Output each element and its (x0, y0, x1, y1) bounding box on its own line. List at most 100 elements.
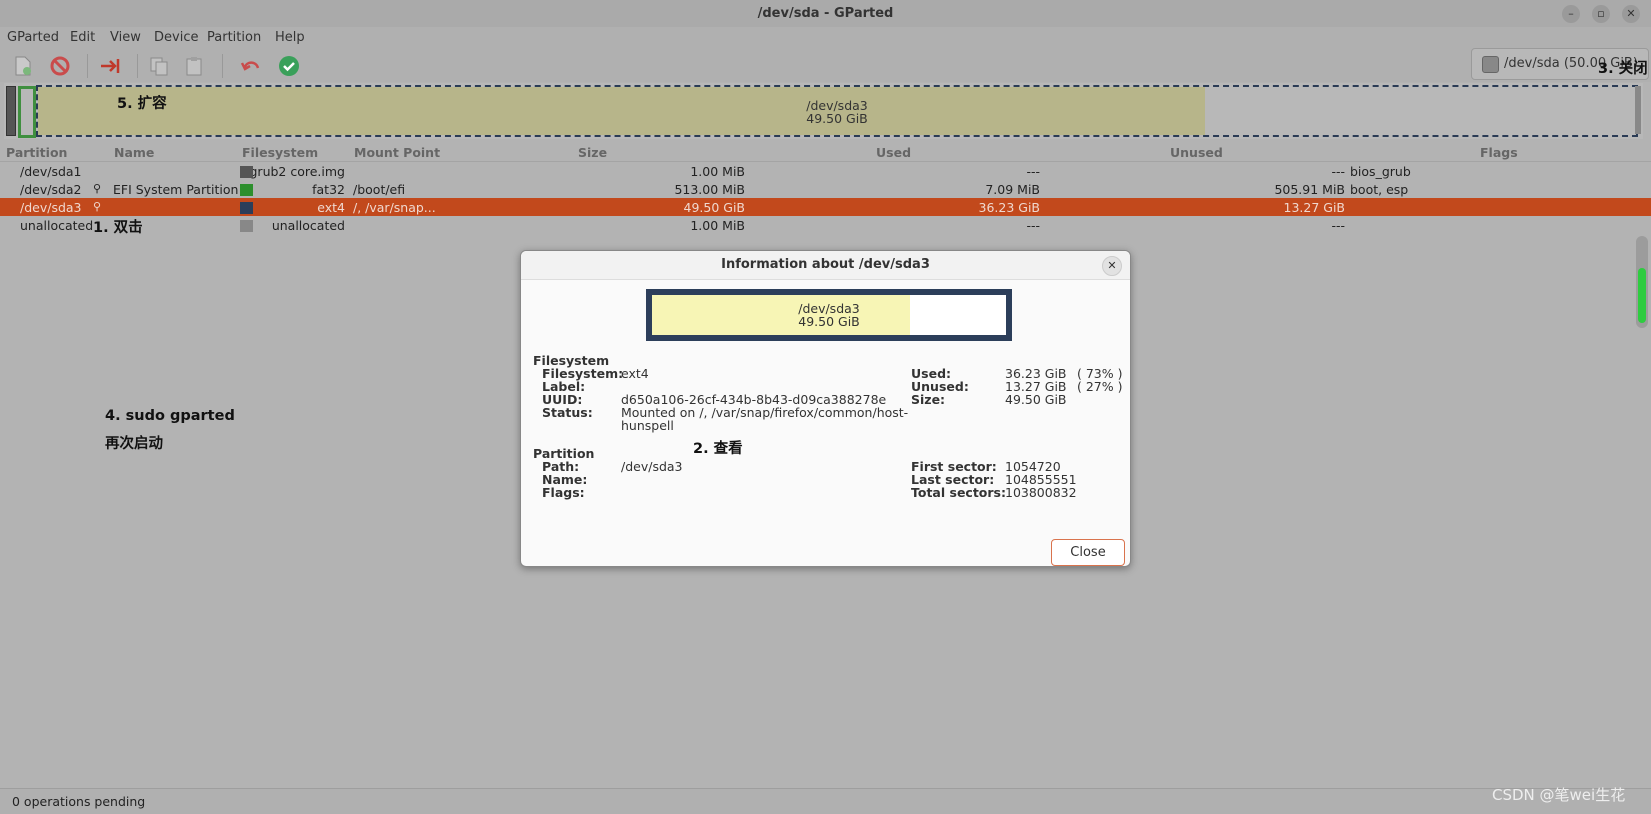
cell-partition: /dev/sda3 (20, 200, 82, 215)
minimize-button[interactable]: – (1562, 5, 1580, 23)
cell-size: 1.00 MiB (690, 218, 745, 233)
filesystem-color-swatch (240, 220, 253, 232)
toolbar-separator (137, 54, 138, 78)
cell-filesystem: unallocated (271, 218, 345, 233)
cell-unused: --- (1331, 218, 1345, 233)
copy-icon[interactable] (148, 55, 170, 77)
undo-icon[interactable] (239, 55, 261, 77)
cell-partition: /dev/sda1 (20, 164, 82, 179)
cell-used: --- (1026, 218, 1040, 233)
header-filesystem[interactable]: Filesystem (242, 145, 318, 160)
cell-flags: bios_grub (1350, 164, 1411, 179)
cell-filesystem: fat32 (312, 182, 345, 197)
menu-help[interactable]: Help (275, 30, 305, 45)
sector-value-total: 103800832 (1005, 485, 1077, 500)
menu-view[interactable]: View (110, 30, 141, 45)
partition-block-label: /dev/sda3 49.50 GiB (38, 99, 1636, 125)
resize-move-icon[interactable] (99, 55, 121, 77)
partition-block-size: 49.50 GiB (806, 111, 868, 126)
toolbar (0, 49, 1651, 82)
dialog-bar-label: /dev/sda3 49.50 GiB (652, 302, 1006, 328)
cell-mount-point: /boot/efi (353, 182, 406, 197)
apply-icon[interactable] (278, 55, 300, 77)
table-row[interactable]: /dev/sda3 ext4 /, /var/snap... 49.50 GiB 36.… (0, 198, 1651, 216)
menu-partition[interactable]: Partition (207, 30, 261, 45)
mounted-key-icon: ⚲ (93, 182, 102, 195)
cell-unused: 13.27 GiB (1283, 200, 1346, 215)
cell-size: 49.50 GiB (683, 200, 746, 215)
cell-flags: boot, esp (1350, 182, 1409, 197)
dialog-close-icon[interactable]: ✕ (1102, 256, 1122, 276)
header-size[interactable]: Size (578, 145, 607, 160)
menu-edit[interactable]: Edit (70, 30, 95, 45)
header-unused[interactable]: Unused (1170, 145, 1223, 160)
cell-filesystem: ext4 (317, 200, 345, 215)
cell-used: --- (1026, 164, 1040, 179)
cell-mount-point: /, /var/snap... (353, 200, 436, 215)
dialog-partition-graphic: /dev/sda3 49.50 GiB (646, 289, 1012, 341)
part-value-path: /dev/sda3 (621, 459, 683, 474)
header-mount-point[interactable]: Mount Point (354, 145, 440, 160)
part-label-flags: Flags: (542, 485, 585, 500)
partition-block-sda3[interactable]: /dev/sda3 49.50 GiB (36, 85, 1638, 137)
title-bar: /dev/sda - GParted – ▫ ✕ (0, 0, 1651, 28)
menu-bar: GParted Edit View Device Partition Help (0, 27, 1651, 49)
annotation-double-click: 1. 双击 (93, 220, 143, 236)
header-name[interactable]: Name (114, 145, 154, 160)
menu-gparted[interactable]: GParted (7, 30, 59, 45)
toolbar-separator (87, 54, 88, 78)
mounted-key-icon: ⚲ (93, 200, 102, 213)
fs-value-status-cont: hunspell (621, 418, 674, 433)
disk-icon (1482, 56, 1499, 73)
partition-graphic: /dev/sda3 49.50 GiB (4, 83, 1643, 139)
fs-value-filesystem: ext4 (621, 366, 649, 381)
annotation-expand: 5. 扩容 (117, 96, 167, 112)
menu-device[interactable]: Device (154, 30, 198, 45)
cell-size: 1.00 MiB (690, 164, 745, 179)
watermark: CSDN @笔wei生花 (1492, 786, 1626, 804)
cell-filesystem: grub2 core.img (249, 164, 346, 179)
partition-block-sda2[interactable] (18, 86, 36, 138)
maximize-button[interactable]: ▫ (1592, 5, 1610, 23)
annotation-sudo-gparted: 4. sudo gparted (105, 408, 235, 424)
paste-icon[interactable] (183, 55, 205, 77)
table-row[interactable]: /dev/sda1 grub2 core.img 1.00 MiB --- --- bio… (0, 162, 1651, 180)
cell-unused: 505.91 MiB (1274, 182, 1345, 197)
new-icon[interactable] (12, 55, 34, 77)
cell-name: EFI System Partition (113, 182, 239, 197)
cell-partition: /dev/sda2 (20, 182, 82, 197)
header-flags[interactable]: Flags (1480, 145, 1518, 160)
close-button[interactable]: Close (1051, 539, 1125, 566)
dialog-bar-size: 49.50 GiB (798, 314, 860, 329)
cell-size: 513.00 MiB (674, 182, 745, 197)
header-used[interactable]: Used (876, 145, 911, 160)
usage-label-size: Size: (911, 392, 946, 407)
annotation-view: 2. 查看 (693, 441, 743, 457)
scrollbar-thumb[interactable] (1638, 268, 1646, 323)
filesystem-color-swatch (240, 184, 253, 196)
usage-pct-unused: ( 27% ) (1077, 379, 1123, 394)
cell-unused: --- (1331, 164, 1345, 179)
cell-used: 7.09 MiB (985, 182, 1040, 197)
sector-label-total: Total sectors: (911, 485, 1006, 500)
annotation-close: 3. 关闭 (1598, 61, 1648, 77)
usage-value-size: 49.50 GiB (1005, 392, 1067, 407)
partition-block-sda1[interactable] (6, 86, 16, 136)
info-dialog: Information about /dev/sda3 ✕ /dev/sda3 … (520, 250, 1131, 567)
cell-used: 36.23 GiB (978, 200, 1041, 215)
delete-icon[interactable] (49, 55, 71, 77)
cell-partition: unallocated (20, 218, 94, 233)
toolbar-separator (222, 54, 223, 78)
filesystem-color-swatch (240, 202, 253, 214)
fs-label-status: Status: (542, 405, 593, 420)
partition-block-unallocated[interactable] (1635, 86, 1641, 134)
header-partition[interactable]: Partition (6, 145, 67, 160)
table-header: Partition Name Filesystem Mount Point Si… (0, 143, 1651, 162)
table-row[interactable]: /dev/sda2 EFI System Partition fat32/boot/… (0, 180, 1651, 198)
close-window-button[interactable]: ✕ (1622, 5, 1640, 23)
table-row[interactable]: unallocated unallocated 1.00 MiB --- --- (0, 216, 1651, 234)
dialog-title: Information about /dev/sda3 (721, 257, 930, 272)
filesystem-color-swatch (240, 166, 253, 178)
annotation-restart: 再次启动 (105, 436, 163, 452)
status-text: 0 operations pending (12, 794, 146, 809)
